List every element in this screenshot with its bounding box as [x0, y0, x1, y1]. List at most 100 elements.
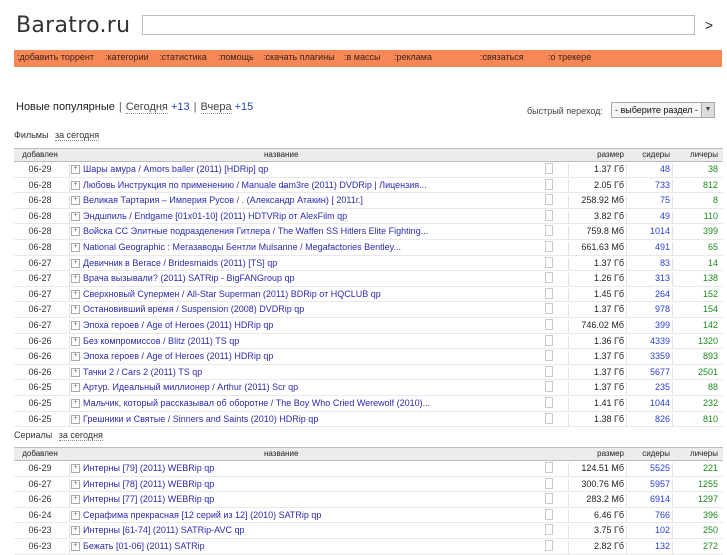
- nav-item[interactable]: :статистика: [159, 52, 207, 62]
- torrent-title-link[interactable]: Тачки 2 / Cars 2 (2011) TS qp: [83, 367, 202, 377]
- torrent-title-link[interactable]: Интерны [61-74] (2011) SATRip-AVC qp: [83, 525, 244, 535]
- table-row[interactable]: 06-29 + Шары амура / Amors baller (2011) […: [14, 162, 723, 178]
- column-header-seeders[interactable]: сидеры: [630, 150, 670, 159]
- torrent-title-link[interactable]: Без компромиссов / Blitz (2011) TS qp: [83, 336, 239, 346]
- column-header-title[interactable]: название: [264, 449, 298, 458]
- column-header-leechers[interactable]: личеры: [674, 449, 718, 458]
- row-seeders[interactable]: 5957: [627, 479, 670, 489]
- table-row[interactable]: 06-27 + Эпоха героев / Age of Heroes (2011…: [14, 318, 723, 334]
- tab-new-popular[interactable]: Новые популярные: [16, 101, 115, 113]
- row-seeders[interactable]: 399: [627, 320, 670, 330]
- expand-icon[interactable]: +: [71, 414, 80, 424]
- row-seeders[interactable]: 83: [627, 258, 670, 268]
- table-row[interactable]: 06-27 + Сверхновый Супермен / All-Star Sup…: [14, 287, 723, 303]
- torrent-title-link[interactable]: Войска СС Элитные подразделения Гитлера …: [83, 226, 428, 236]
- section-select[interactable]: - выберите раздел - ▼: [611, 102, 715, 118]
- series-subtitle[interactable]: за сегодня: [58, 430, 103, 441]
- expand-icon[interactable]: +: [71, 383, 80, 393]
- series-title[interactable]: Сериалы: [14, 430, 52, 440]
- details-icon[interactable]: [545, 240, 553, 252]
- expand-icon[interactable]: +: [71, 180, 80, 190]
- nav-item[interactable]: :скачать плагины: [263, 52, 335, 62]
- details-icon[interactable]: [545, 365, 553, 377]
- torrent-title-link[interactable]: Эпоха героев / Age of Heroes (2011) HDRi…: [83, 320, 273, 330]
- expand-icon[interactable]: +: [71, 289, 80, 299]
- details-icon[interactable]: [545, 396, 553, 408]
- torrent-title-link[interactable]: Великая Тартария – Империя Русов / . (Ал…: [83, 195, 363, 205]
- table-row[interactable]: 06-26 + Интерны [77] (2011) WEBRip qp 283.2…: [14, 492, 723, 508]
- table-row[interactable]: 06-25 + Мальчик, который рассказывал об об…: [14, 396, 723, 412]
- nav-item[interactable]: :в массы: [344, 52, 380, 62]
- row-seeders[interactable]: 978: [627, 304, 670, 314]
- expand-icon[interactable]: +: [71, 258, 80, 268]
- row-seeders[interactable]: 49: [627, 211, 670, 221]
- torrent-title-link[interactable]: Остановивший время / Suspension (2008) D…: [83, 304, 304, 314]
- films-subtitle[interactable]: за сегодня: [54, 130, 100, 141]
- nav-item[interactable]: :помощь: [218, 52, 254, 62]
- nav-item[interactable]: :связаться: [480, 52, 524, 62]
- details-icon[interactable]: [545, 256, 553, 268]
- row-seeders[interactable]: 1044: [627, 398, 670, 408]
- torrent-title-link[interactable]: Сверхновый Супермен / All-Star Superman …: [83, 289, 381, 299]
- details-icon[interactable]: [545, 524, 553, 536]
- torrent-title-link[interactable]: Шары амура / Amors baller (2011) [HDRip]…: [83, 164, 268, 174]
- row-seeders[interactable]: 1014: [627, 226, 670, 236]
- expand-icon[interactable]: +: [71, 352, 80, 362]
- details-icon[interactable]: [545, 477, 553, 489]
- details-icon[interactable]: [545, 225, 553, 237]
- torrent-title-link[interactable]: Любовь Инструкция по применению / Manual…: [83, 180, 427, 190]
- row-seeders[interactable]: 75: [627, 195, 670, 205]
- table-row[interactable]: 06-26 + Без компромиссов / Blitz (2011) TS…: [14, 334, 723, 350]
- nav-item[interactable]: :добавить торрент: [17, 52, 94, 62]
- row-seeders[interactable]: 491: [627, 242, 670, 252]
- details-icon[interactable]: [545, 493, 553, 505]
- expand-icon[interactable]: +: [71, 526, 80, 536]
- torrent-title-link[interactable]: Артур. Идеальный миллионер / Arthur (201…: [83, 382, 298, 392]
- search-input[interactable]: [142, 15, 695, 35]
- row-seeders[interactable]: 313: [627, 273, 670, 283]
- table-row[interactable]: 06-28 + Войска СС Элитные подразделения Ги…: [14, 224, 723, 240]
- expand-icon[interactable]: +: [71, 227, 80, 237]
- torrent-title-link[interactable]: Девичник в Вегасе / Bridesmaids (2011) […: [83, 258, 277, 268]
- expand-icon[interactable]: +: [71, 211, 80, 221]
- chevron-down-icon[interactable]: ▼: [701, 103, 714, 117]
- expand-icon[interactable]: +: [71, 398, 80, 408]
- column-header-size[interactable]: размер: [576, 150, 624, 159]
- details-icon[interactable]: [545, 462, 553, 473]
- table-row[interactable]: 06-27 + Врача вызывали? (2011) SATRip - Bi…: [14, 271, 723, 287]
- expand-icon[interactable]: +: [71, 541, 80, 551]
- table-row[interactable]: 06-29 + Интерны [79] (2011) WEBRip qp 124.5…: [14, 461, 723, 477]
- expand-icon[interactable]: +: [71, 336, 80, 346]
- expand-icon[interactable]: +: [71, 274, 80, 284]
- row-seeders[interactable]: 826: [627, 414, 670, 424]
- expand-icon[interactable]: +: [71, 320, 80, 330]
- table-row[interactable]: 06-25 + Артур. Идеальный миллионер / Arthu…: [14, 380, 723, 396]
- column-header-size[interactable]: размер: [576, 449, 624, 458]
- row-seeders[interactable]: 102: [627, 525, 670, 535]
- torrent-title-link[interactable]: Эпоха героев / Age of Heroes (2011) HDRi…: [83, 351, 273, 361]
- details-icon[interactable]: [545, 508, 553, 520]
- expand-icon[interactable]: +: [71, 242, 80, 252]
- table-row[interactable]: 06-24 + Серафима прекрасная [12 серий из 1…: [14, 508, 723, 524]
- expand-icon[interactable]: +: [71, 196, 80, 206]
- row-seeders[interactable]: 3359: [627, 351, 670, 361]
- table-row[interactable]: 06-25 + Грешники и Святые / Sinners and Sa…: [14, 412, 723, 428]
- details-icon[interactable]: [545, 318, 553, 330]
- details-icon[interactable]: [545, 381, 553, 393]
- table-row[interactable]: 06-23 + Бежать [01-06] (2011) SATRip 2.82 Г…: [14, 539, 723, 555]
- nav-item[interactable]: :категории: [105, 52, 149, 62]
- details-icon[interactable]: [545, 272, 553, 284]
- torrent-title-link[interactable]: National Geographic : Мегазаводы Бентли …: [83, 242, 401, 252]
- expand-icon[interactable]: +: [71, 464, 80, 473]
- details-icon[interactable]: [545, 163, 553, 174]
- column-header-seeders[interactable]: сидеры: [630, 449, 670, 458]
- table-row[interactable]: 06-23 + Интерны [61-74] (2011) SATRip-AVC …: [14, 523, 723, 539]
- expand-icon[interactable]: +: [71, 165, 80, 174]
- expand-icon[interactable]: +: [71, 479, 80, 489]
- details-icon[interactable]: [545, 287, 553, 299]
- details-icon[interactable]: [545, 303, 553, 315]
- row-seeders[interactable]: 235: [627, 382, 670, 392]
- table-row[interactable]: 06-28 + Эндшпиль / Endgame [01x01-10] (201…: [14, 209, 723, 225]
- row-seeders[interactable]: 4339: [627, 336, 670, 346]
- column-header-date[interactable]: добавлен: [18, 150, 62, 159]
